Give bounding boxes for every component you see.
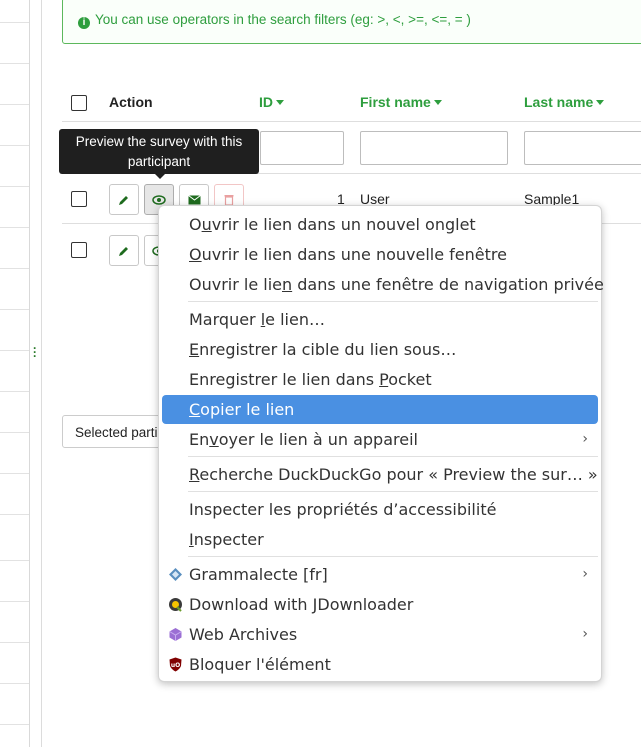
menu-separator xyxy=(188,456,598,457)
svg-text:uO: uO xyxy=(171,662,180,669)
left-rail xyxy=(0,0,30,747)
preview-tooltip: Preview the survey with this participant xyxy=(59,129,259,174)
info-icon: i xyxy=(78,17,90,29)
resize-handle-icon[interactable]: · · · xyxy=(33,342,37,362)
menu-item-block-element-label: Bloquer l'élément xyxy=(189,655,331,674)
row-checkbox[interactable] xyxy=(71,191,87,207)
rail-divider xyxy=(0,683,29,684)
ublock-shield-icon: uO xyxy=(169,657,182,672)
row-checkbox[interactable] xyxy=(71,242,87,258)
menu-item-inspect-label: Inspecter xyxy=(189,530,264,549)
chevron-right-icon: › xyxy=(582,431,588,447)
menu-item-open-private-window[interactable]: Ouvrir le lien dans une fenêtre de navig… xyxy=(162,270,604,299)
col-header-last-name[interactable]: Last name xyxy=(524,94,605,110)
rail-divider xyxy=(0,186,29,187)
header-divider xyxy=(62,121,641,122)
chevron-right-icon: › xyxy=(582,626,588,642)
menu-item-jdownloader-label: Download with JDownloader xyxy=(189,595,414,614)
menu-item-open-private-window-label: Ouvrir le lien dans une fenêtre de navig… xyxy=(189,275,604,294)
rail-divider xyxy=(0,560,29,561)
selected-participants-dropdown[interactable]: Selected participant(s)... xyxy=(62,415,172,448)
rail-divider xyxy=(0,473,29,474)
rail-divider xyxy=(0,309,29,310)
menu-item-open-new-window[interactable]: Ouvrir le lien dans une nouvelle fenêtre xyxy=(162,240,598,269)
rail-divider xyxy=(0,601,29,602)
edit-button[interactable] xyxy=(109,184,139,215)
rail-divider xyxy=(0,432,29,433)
menu-item-copy-link-label: Copier le lien xyxy=(189,400,295,419)
grammalecte-icon xyxy=(169,568,182,581)
menu-separator xyxy=(188,491,598,492)
pencil-icon xyxy=(119,246,128,256)
menu-item-inspect[interactable]: Inspecter xyxy=(162,525,598,554)
menu-item-open-new-tab[interactable]: Ouvrir le lien dans un nouvel onglet xyxy=(162,210,598,239)
id-filter-input[interactable] xyxy=(260,131,344,165)
select-all-checkbox[interactable] xyxy=(71,95,87,111)
col-header-id-label: ID xyxy=(259,94,273,110)
rail-divider xyxy=(0,268,29,269)
col-header-last-name-label: Last name xyxy=(524,94,594,110)
eye-icon xyxy=(152,194,166,205)
last-name-filter-input[interactable] xyxy=(524,131,641,165)
menu-item-jdownloader[interactable]: Download with JDownloader xyxy=(162,590,598,619)
menu-item-open-new-window-label: Ouvrir le lien dans une nouvelle fenêtre xyxy=(189,245,507,264)
rail-divider xyxy=(0,63,29,64)
rail-divider xyxy=(0,22,29,23)
menu-item-bookmark-link[interactable]: Marquer le lien… xyxy=(162,305,598,334)
sort-caret-icon xyxy=(276,100,284,105)
menu-item-send-to-device-label: Envoyer le lien à un appareil xyxy=(189,430,418,449)
rail-divider xyxy=(0,724,29,725)
rail-divider xyxy=(0,350,29,351)
trash-icon xyxy=(224,194,234,206)
menu-item-web-archives-label: Web Archives xyxy=(189,625,298,644)
info-text: i You can use operators in the search fil… xyxy=(78,12,471,29)
menu-item-search-duckduckgo[interactable]: Recherche DuckDuckGo pour « Preview the … xyxy=(162,460,598,489)
rail-divider xyxy=(0,391,29,392)
rail-divider xyxy=(0,642,29,643)
web-archives-icon xyxy=(169,628,182,641)
menu-item-save-to-pocket-label: Enregistrer le lien dans Pocket xyxy=(189,370,432,389)
menu-item-search-duckduckgo-label: Recherche DuckDuckGo pour « Preview the … xyxy=(189,465,598,484)
sort-caret-icon xyxy=(433,100,442,105)
menu-item-save-to-pocket[interactable]: Enregistrer le lien dans Pocket xyxy=(162,365,598,394)
first-name-filter-input[interactable] xyxy=(360,131,508,165)
tooltip-arrow xyxy=(155,174,165,179)
menu-item-grammalecte-label: Grammalecte [fr] xyxy=(189,565,328,584)
menu-item-inspect-accessibility[interactable]: Inspecter les propriétés d’accessibilité xyxy=(162,495,598,524)
rail-divider xyxy=(0,145,29,146)
col-header-first-name-label: First name xyxy=(360,94,431,110)
menu-item-bookmark-link-label: Marquer le lien… xyxy=(189,310,325,329)
chevron-right-icon: › xyxy=(582,566,588,582)
menu-item-inspect-accessibility-label: Inspecter les propriétés d’accessibilité xyxy=(189,500,497,519)
col-header-first-name[interactable]: First name xyxy=(360,94,442,110)
panel-divider xyxy=(41,0,42,747)
menu-separator xyxy=(188,556,598,557)
menu-item-open-new-tab-label: Ouvrir le lien dans un nouvel onglet xyxy=(189,215,476,234)
context-menu: Ouvrir le lien dans un nouvel onglet Ouv… xyxy=(158,205,604,682)
jdownloader-icon xyxy=(169,598,182,612)
col-header-action: Action xyxy=(109,94,153,110)
rail-divider xyxy=(0,514,29,515)
menu-item-copy-link[interactable]: Copier le lien xyxy=(162,395,598,424)
rail-divider xyxy=(0,104,29,105)
col-header-id[interactable]: ID xyxy=(259,94,284,110)
edit-button[interactable] xyxy=(109,235,139,266)
pencil-icon xyxy=(119,195,128,205)
info-alert: i You can use operators in the search fil… xyxy=(62,0,641,44)
menu-item-send-to-device[interactable]: Envoyer le lien à un appareil › xyxy=(162,425,598,454)
menu-item-block-element[interactable]: uO Bloquer l'élément xyxy=(162,650,598,679)
info-message: You can use operators in the search filt… xyxy=(95,12,471,27)
menu-item-save-link-as[interactable]: Enregistrer la cible du lien sous… xyxy=(162,335,598,364)
menu-item-grammalecte[interactable]: Grammalecte [fr] › xyxy=(162,560,598,589)
menu-item-web-archives[interactable]: Web Archives › xyxy=(162,620,598,649)
menu-item-save-link-as-label: Enregistrer la cible du lien sous… xyxy=(189,340,457,359)
menu-separator xyxy=(188,301,598,302)
envelope-icon xyxy=(187,194,201,204)
rail-divider xyxy=(0,227,29,228)
sort-caret-icon xyxy=(596,100,605,105)
